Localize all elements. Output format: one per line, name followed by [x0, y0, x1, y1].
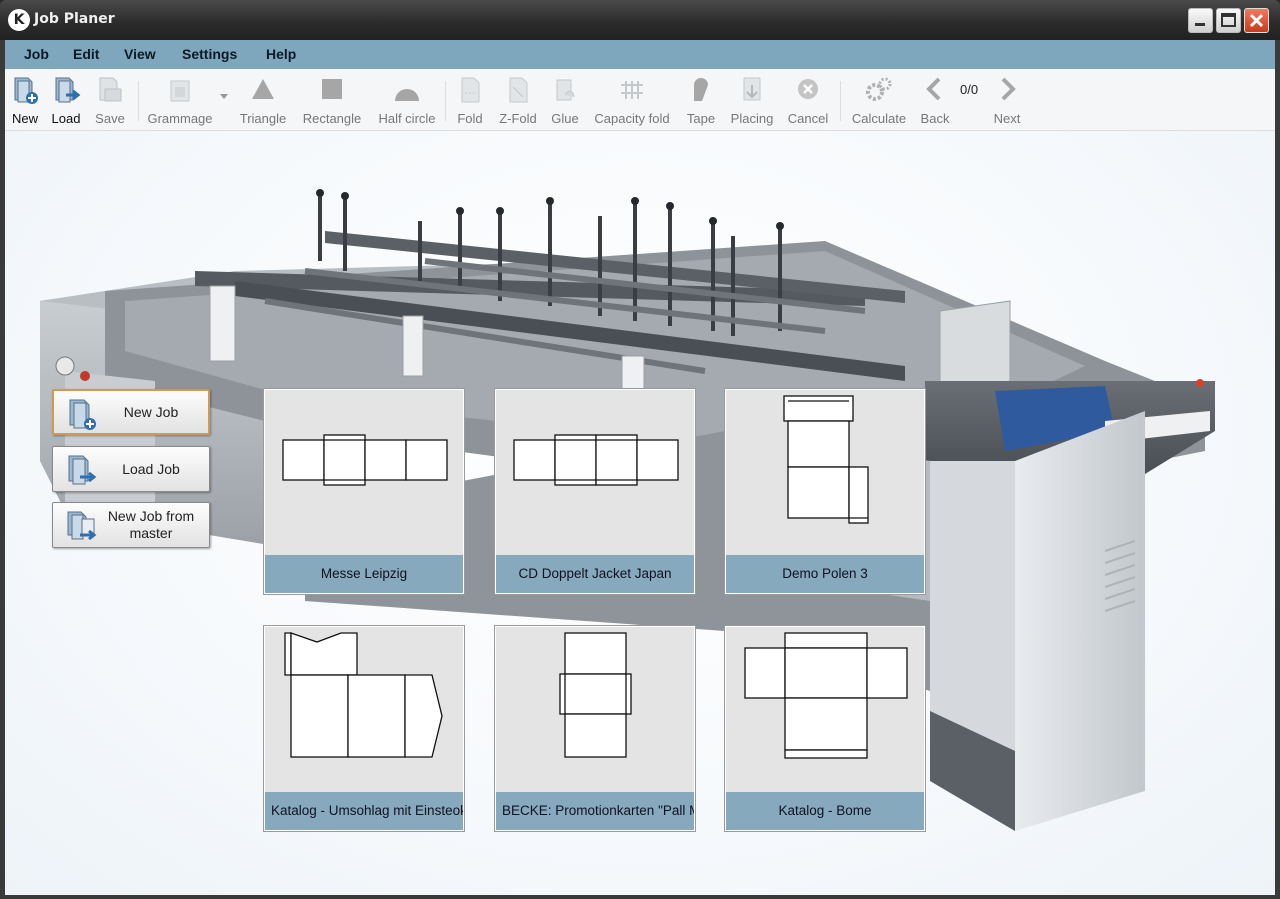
new-file-icon	[14, 77, 38, 104]
menu-view[interactable]: View	[124, 46, 156, 62]
z-fold-button[interactable]: Z-Fold	[495, 71, 541, 129]
title-bar[interactable]: K Job Planer	[0, 0, 1280, 40]
capacity-fold-icon	[621, 81, 643, 99]
placing-icon	[743, 77, 761, 101]
load-job-button[interactable]: Load Job	[52, 446, 210, 492]
glue-icon	[556, 79, 575, 101]
toolbar-separator	[138, 81, 139, 121]
job-card[interactable]: CD Doppelt Jacket Japan	[494, 388, 696, 595]
menu-bar: Job Edit View Settings Help	[5, 40, 1275, 69]
fold-icon	[461, 77, 480, 103]
new-button[interactable]: New	[7, 71, 43, 129]
rectangle-button[interactable]: Rectangle	[298, 71, 366, 129]
box-template-preview	[559, 632, 632, 758]
half-circle-button[interactable]: Half circle	[374, 71, 440, 129]
toolbar: New Load Save Grammage Triangle Rectangl…	[5, 69, 1275, 131]
toolbar-separator	[840, 81, 841, 121]
menu-settings[interactable]: Settings	[182, 46, 237, 62]
save-icon	[99, 77, 122, 102]
job-card[interactable]: Katalog - Bome	[724, 625, 926, 832]
job-card[interactable]: Messe Leipzig	[263, 388, 465, 595]
job-card[interactable]: Katalog - Umsohlag mit Einsteokta	[263, 625, 465, 832]
grammage-button[interactable]: Grammage	[145, 71, 215, 129]
job-from-master-icon	[67, 511, 97, 541]
load-button[interactable]: Load	[48, 71, 84, 129]
minimize-button[interactable]	[1188, 8, 1213, 33]
capacity-fold-button[interactable]: Capacity fold	[590, 71, 674, 129]
app-window: K Job Planer Job Edit View Settings Help…	[0, 0, 1280, 899]
menu-edit[interactable]: Edit	[73, 46, 99, 62]
maximize-icon	[1221, 13, 1236, 27]
box-template-preview	[513, 434, 679, 486]
cancel-icon	[798, 79, 818, 99]
fold-button[interactable]: Fold	[453, 71, 487, 129]
new-job-from-master-button[interactable]: New Job from master	[52, 502, 210, 548]
half-circle-icon	[395, 89, 419, 101]
close-button[interactable]	[1244, 8, 1269, 33]
tape-button[interactable]: Tape	[682, 71, 720, 129]
maximize-button[interactable]	[1216, 8, 1241, 33]
load-job-icon	[68, 455, 97, 485]
job-card-title: Katalog - Bome	[726, 792, 924, 830]
z-fold-icon	[509, 77, 528, 103]
job-card-title: Demo Polen 3	[726, 555, 924, 593]
calculate-button[interactable]: Calculate	[847, 71, 911, 129]
grammage-dropdown-icon[interactable]	[220, 94, 228, 100]
box-template-preview	[783, 395, 869, 524]
triangle-icon	[252, 79, 274, 99]
job-card-title: Katalog - Umsohlag mit Einsteokta	[265, 792, 463, 830]
tape-icon	[694, 78, 708, 101]
close-icon	[1249, 13, 1264, 28]
menu-help[interactable]: Help	[266, 46, 296, 62]
new-job-icon	[69, 399, 96, 430]
job-card-title: Messe Leipzig	[265, 555, 463, 593]
chevron-left-icon	[926, 77, 941, 101]
save-button[interactable]: Save	[91, 71, 129, 129]
minimize-icon	[1195, 23, 1205, 26]
toolbar-separator	[445, 81, 446, 121]
page-counter: 0/0	[960, 82, 979, 97]
box-template-preview	[282, 434, 448, 486]
job-card-title: BECKE: Promotionkarten "Pall Ma	[496, 792, 694, 830]
job-card[interactable]: BECKE: Promotionkarten "Pall Ma	[494, 625, 696, 832]
new-job-button[interactable]: New Job	[52, 389, 210, 435]
back-button[interactable]: Back	[917, 71, 953, 129]
window-title: Job Planer	[34, 11, 115, 27]
box-template-preview	[744, 632, 908, 759]
glue-button[interactable]: Glue	[547, 71, 583, 129]
job-card-title: CD Doppelt Jacket Japan	[496, 555, 694, 593]
gears-icon	[866, 77, 892, 101]
next-button[interactable]: Next	[989, 71, 1025, 129]
chevron-right-icon	[1001, 77, 1016, 101]
cancel-button[interactable]: Cancel	[784, 71, 832, 129]
load-file-icon	[55, 77, 81, 103]
box-template-preview	[284, 632, 443, 758]
rectangle-icon	[322, 79, 342, 99]
placing-button[interactable]: Placing	[728, 71, 776, 129]
menu-job[interactable]: Job	[24, 46, 49, 62]
triangle-button[interactable]: Triangle	[235, 71, 291, 129]
app-logo: K	[8, 9, 30, 31]
grammage-icon	[170, 80, 190, 102]
workspace: New Job Load Job New Job from master Mes…	[5, 131, 1275, 895]
job-card[interactable]: Demo Polen 3	[724, 388, 926, 595]
